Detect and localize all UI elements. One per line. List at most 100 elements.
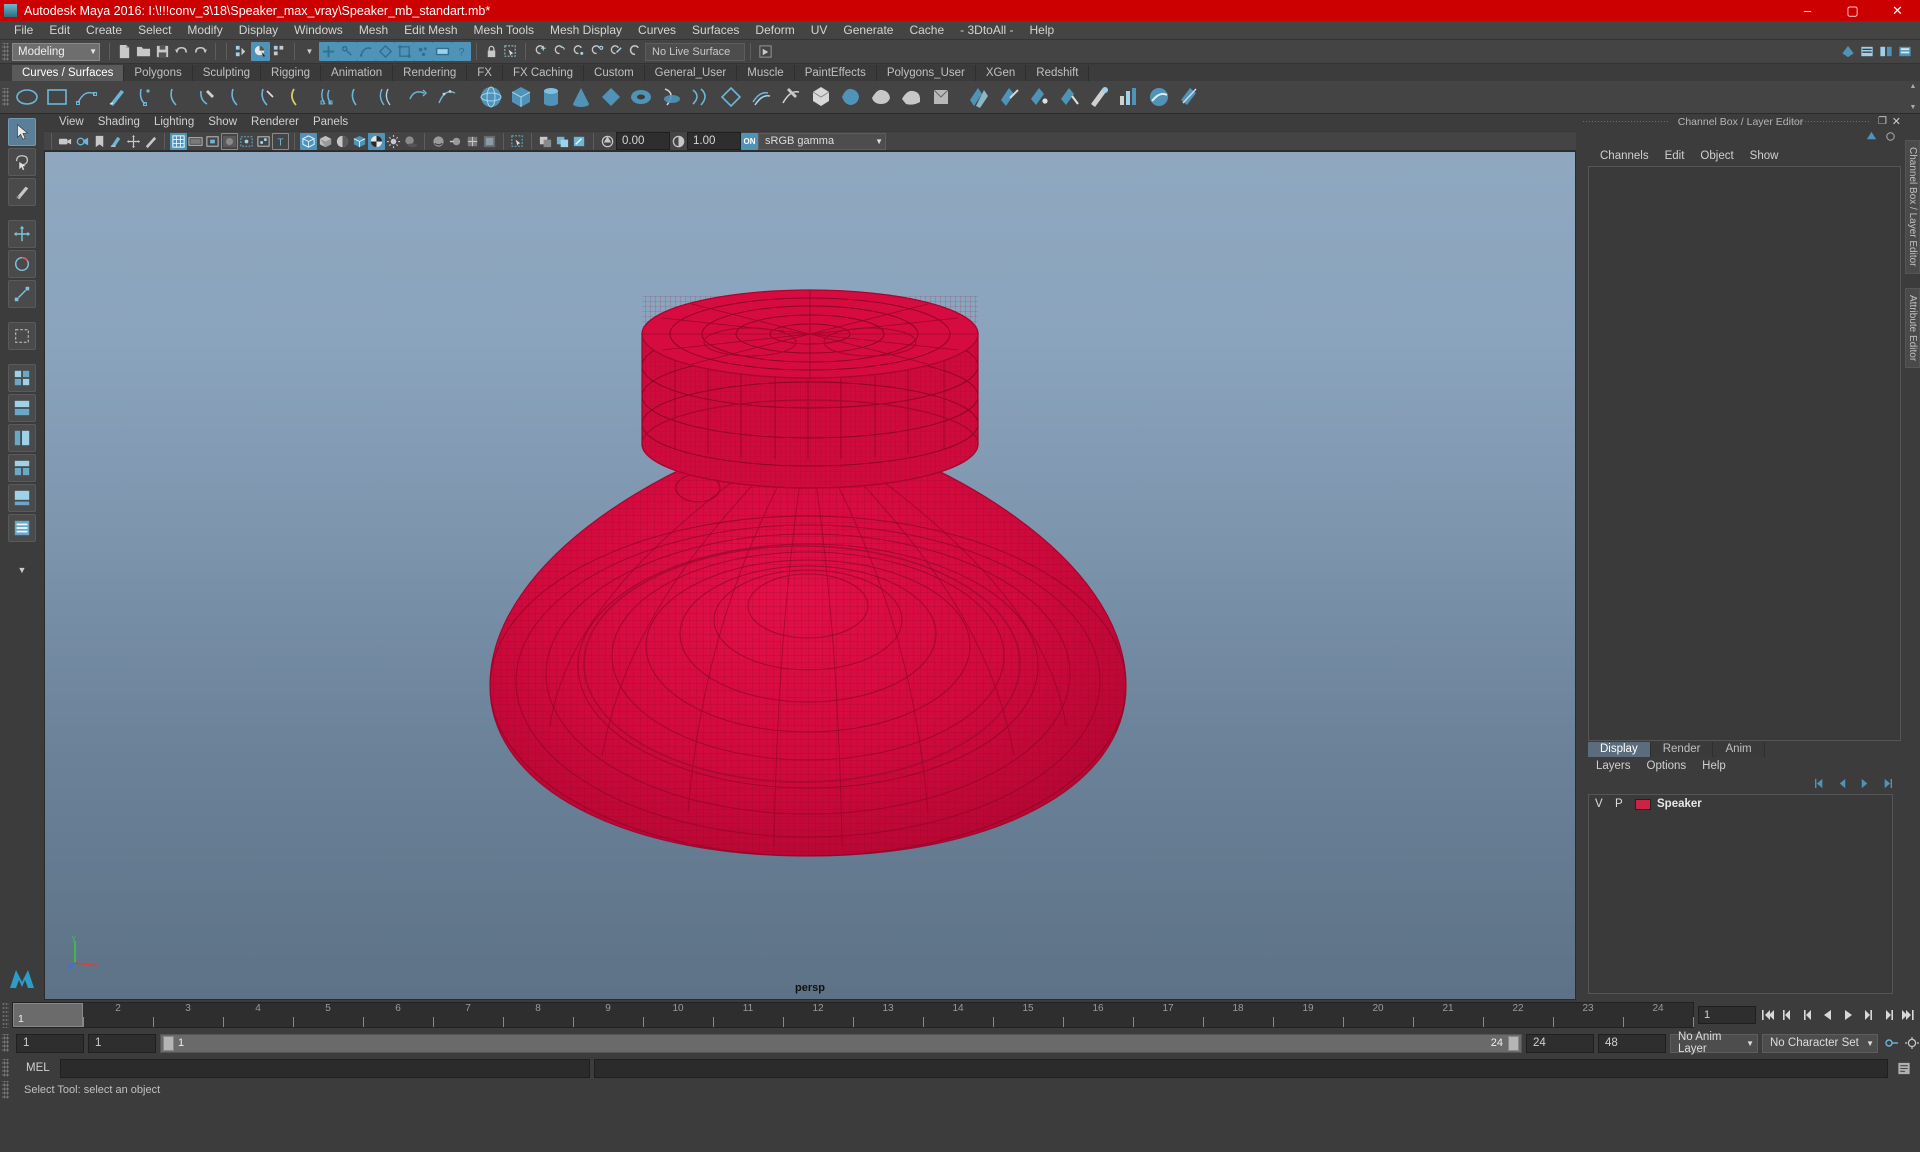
menu-generate[interactable]: Generate [835, 21, 901, 40]
quick-layout-persp-button[interactable] [8, 394, 36, 422]
menu-create[interactable]: Create [78, 21, 130, 40]
quick-layout-hypershade-persp-button[interactable] [8, 454, 36, 482]
layer-tab-display[interactable]: Display [1588, 742, 1651, 757]
show-hide-channel-box-button[interactable] [1895, 42, 1914, 61]
rotate-tool[interactable] [8, 250, 36, 278]
nurbs-sphere-tool[interactable] [476, 83, 506, 112]
quick-layout-outliner-persp-button[interactable] [8, 424, 36, 452]
wireframe-shading-icon[interactable] [300, 132, 317, 150]
range-bar[interactable]: 1 24 [160, 1033, 1522, 1053]
shelf-tab-animation[interactable]: Animation [321, 65, 394, 81]
layer-name[interactable]: Speaker [1657, 798, 1702, 810]
shelf-tab-polygons[interactable]: Polygons [124, 65, 193, 81]
select-dynamics-button[interactable] [414, 42, 433, 61]
range-end-handle[interactable] [1508, 1035, 1519, 1051]
xray-active-components-icon[interactable]: T [272, 132, 289, 150]
channel-box-menu-edit[interactable]: Edit [1657, 147, 1693, 166]
viewport-menu-panels[interactable]: Panels [306, 114, 355, 131]
isolate-select-icon[interactable] [509, 133, 526, 150]
animation-preferences-button[interactable] [1903, 1035, 1920, 1052]
menu-modify[interactable]: Modify [179, 21, 230, 40]
project-curve-tool[interactable] [994, 83, 1024, 112]
speaker-wireframe-model[interactable] [430, 256, 1190, 896]
maximize-button[interactable]: ▢ [1830, 0, 1875, 21]
menu-cache[interactable]: Cache [901, 21, 952, 40]
offset-curve-tool[interactable] [372, 83, 402, 112]
ep-curve-tool[interactable] [132, 83, 162, 112]
shelf-tab-fx[interactable]: FX [467, 65, 503, 81]
selection-mask-dropdown[interactable]: ▼ [300, 42, 319, 61]
paint-select-tool[interactable] [8, 178, 36, 206]
playback-start-time-field[interactable]: 1 [88, 1033, 156, 1053]
move-layer-down-one-icon[interactable] [1858, 778, 1871, 792]
select-by-object-type-button[interactable] [251, 42, 270, 61]
extrude-tool[interactable] [746, 83, 776, 112]
nurbs-cylinder-tool[interactable] [536, 83, 566, 112]
last-tool-used[interactable] [8, 322, 36, 350]
reverse-curve-tool[interactable] [402, 83, 432, 112]
menuset-selector[interactable]: Modeling ▼ [12, 42, 100, 61]
script-editor-button[interactable] [1894, 1059, 1914, 1078]
lock-selection-button[interactable] [482, 42, 501, 61]
shelf-tab-general-user[interactable]: General_User [644, 65, 738, 81]
shelf-scroll-arrows[interactable]: ▲ ▼ [1908, 83, 1918, 111]
statusline-gripper[interactable] [2, 42, 9, 61]
step-back-frame-button[interactable] [1799, 1007, 1816, 1024]
undock-button[interactable]: ❐ [1878, 116, 1887, 127]
viewport-menu-shading[interactable]: Shading [91, 114, 147, 131]
select-handles-button[interactable] [319, 42, 338, 61]
color-management-selector[interactable]: sRGB gamma ▼ [758, 132, 886, 150]
shelf-tab-xgen[interactable]: XGen [975, 65, 1027, 81]
select-camera-icon[interactable] [57, 133, 74, 150]
stitch-tool[interactable] [1144, 83, 1174, 112]
image-plane-icon[interactable] [108, 133, 125, 150]
untrim-tool[interactable] [1054, 83, 1084, 112]
shelf-tab-fx-caching[interactable]: FX Caching [502, 65, 585, 81]
shelf-tab-rendering[interactable]: Rendering [393, 65, 468, 81]
minimize-button[interactable]: – [1785, 0, 1830, 21]
snap-to-projected-center-button[interactable] [588, 42, 607, 61]
film-gate-icon[interactable] [187, 133, 204, 150]
select-surfaces-button[interactable] [376, 42, 395, 61]
cv-curve-tool[interactable] [72, 83, 102, 112]
quick-layout-persp-graph-button[interactable] [8, 484, 36, 512]
shade-selected-items-icon[interactable] [334, 133, 351, 150]
wireframe-on-shaded-icon[interactable] [351, 133, 368, 150]
command-line-gripper[interactable] [2, 1059, 9, 1077]
current-time-indicator[interactable]: 1 [13, 1003, 83, 1027]
menu-help[interactable]: Help [1022, 21, 1063, 40]
select-rendering-button[interactable] [433, 42, 452, 61]
detach-curves-tool[interactable] [252, 83, 282, 112]
use-all-lights-icon[interactable] [385, 133, 402, 150]
select-by-hierarchy-button[interactable] [232, 42, 251, 61]
exposure-icon[interactable] [599, 133, 616, 150]
show-hide-attribute-editor-button[interactable] [1857, 42, 1876, 61]
select-by-component-type-button[interactable] [270, 42, 289, 61]
undo-button[interactable] [172, 42, 191, 61]
make-live-button[interactable] [626, 42, 645, 61]
dock-drag-handle-right[interactable] [1783, 120, 1871, 124]
sculpt-geometry-tool[interactable] [1084, 83, 1114, 112]
menu-curves[interactable]: Curves [630, 21, 684, 40]
color-management-toggle[interactable]: ON [741, 132, 758, 150]
viewport-menu-view[interactable]: View [52, 114, 91, 131]
character-set-selector[interactable]: No Character Set ▼ [1762, 1033, 1878, 1053]
command-language-label[interactable]: MEL [16, 1062, 56, 1074]
lasso-tool[interactable] [8, 148, 36, 176]
boundary-tool[interactable] [806, 83, 836, 112]
bevel-plus-tool[interactable] [896, 83, 926, 112]
time-slider-track[interactable]: 1234567891011121314151617181920212223241 [12, 1002, 1694, 1028]
snap-to-grid-button[interactable] [531, 42, 550, 61]
dock-drag-handle-left[interactable] [1582, 120, 1670, 124]
menu-mesh[interactable]: Mesh [351, 21, 396, 40]
select-tool[interactable] [8, 118, 36, 146]
vertical-tab-channel-box[interactable]: Channel Box / Layer Editor [1905, 140, 1920, 274]
channel-box-list[interactable] [1588, 166, 1901, 741]
attach-curves-tool[interactable] [222, 83, 252, 112]
layer-tab-anim[interactable]: Anim [1713, 742, 1765, 757]
open-close-curves-tool[interactable] [282, 83, 312, 112]
shadows-icon[interactable] [402, 133, 419, 150]
shelf-scroll-down-icon[interactable]: ▼ [1908, 104, 1918, 111]
shelf-tab-muscle[interactable]: Muscle [737, 65, 795, 81]
gamma-icon[interactable] [670, 133, 687, 150]
